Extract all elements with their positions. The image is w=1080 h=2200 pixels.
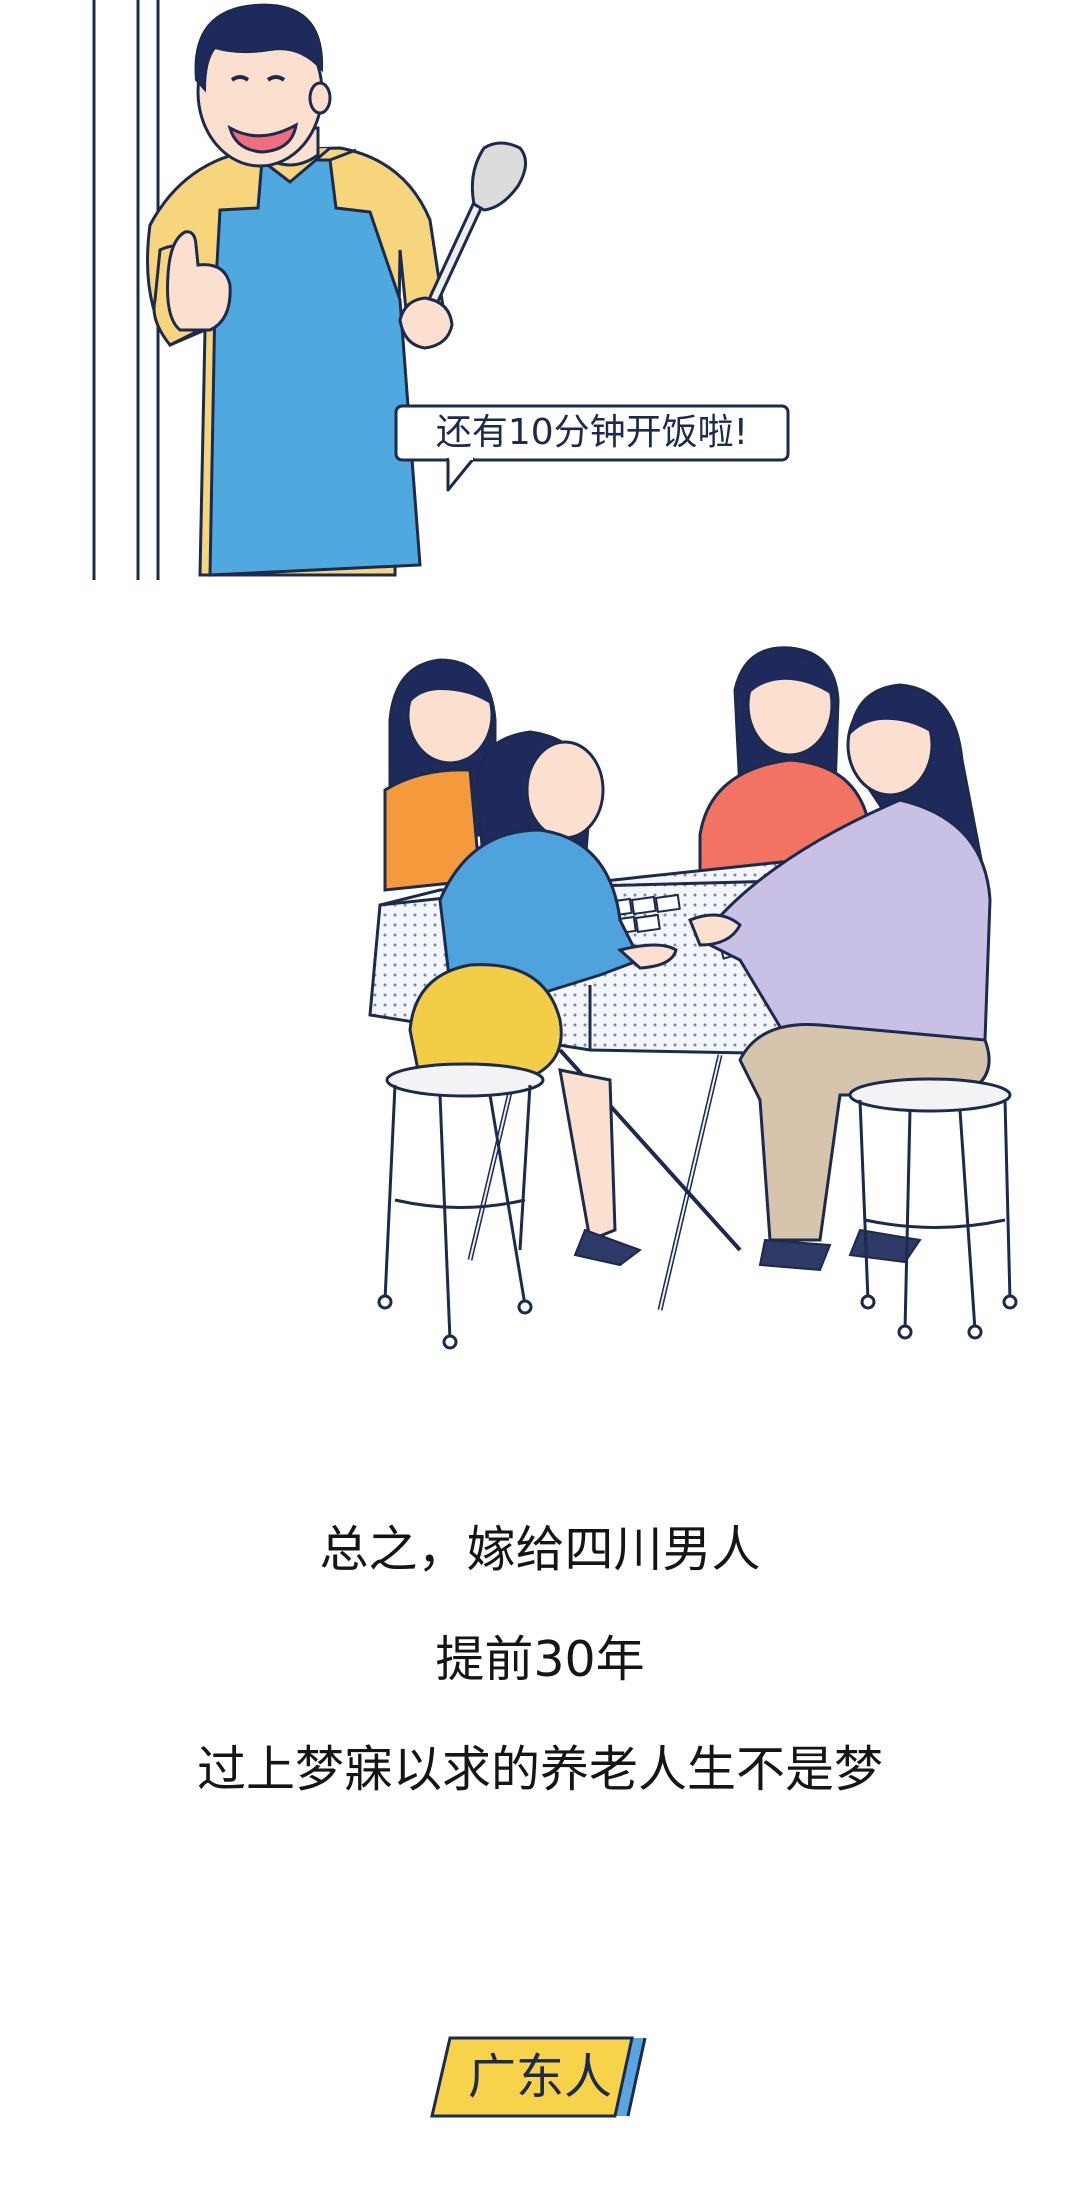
section-tag [430, 2036, 647, 2118]
section-tag-label: 广东人 [467, 2049, 612, 2105]
